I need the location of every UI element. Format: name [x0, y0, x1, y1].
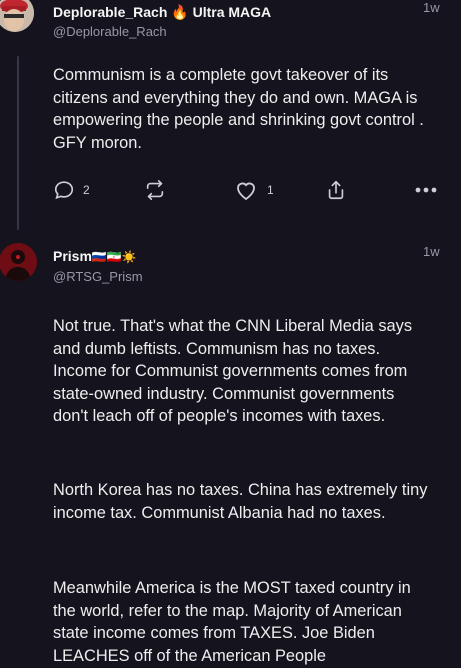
repost-button[interactable]: [143, 179, 167, 201]
reply-icon: [54, 181, 74, 200]
more-icon: [415, 187, 437, 193]
name-flags: 🇷🇺🇮🇷☀️: [91, 250, 137, 264]
repost-icon: [146, 180, 164, 200]
post-paragraph: Meanwhile America is the MOST taxed coun…: [53, 579, 411, 665]
share-button[interactable]: [325, 178, 347, 202]
heart-icon: [237, 182, 255, 201]
author-handle[interactable]: @Deplorable_Rach: [53, 24, 167, 39]
avatar[interactable]: [0, 0, 34, 32]
reply-count: 2: [83, 183, 90, 197]
like-count: 1: [267, 183, 274, 197]
author-handle[interactable]: @RTSG_Prism: [53, 269, 143, 284]
more-options-button[interactable]: [413, 180, 439, 200]
author-name[interactable]: Deplorable_Rach 🔥 Ultra MAGA: [53, 4, 271, 21]
post-paragraph: Not true. That's what the CNN Liberal Me…: [53, 317, 413, 425]
post-text: Communism is a complete govt takeover of…: [53, 66, 424, 152]
avatar[interactable]: [0, 243, 37, 281]
thread-line: [17, 56, 19, 230]
author-name[interactable]: Prism🇷🇺🇮🇷☀️: [53, 248, 137, 264]
timestamp[interactable]: 1w: [423, 0, 440, 15]
fire-icon: 🔥: [171, 4, 189, 20]
post-paragraph: North Korea has no taxes. China has extr…: [53, 481, 428, 522]
reply-button[interactable]: 2: [53, 179, 90, 201]
like-button[interactable]: 1: [233, 179, 274, 201]
share-icon: [328, 180, 344, 200]
timestamp[interactable]: 1w: [423, 244, 440, 259]
